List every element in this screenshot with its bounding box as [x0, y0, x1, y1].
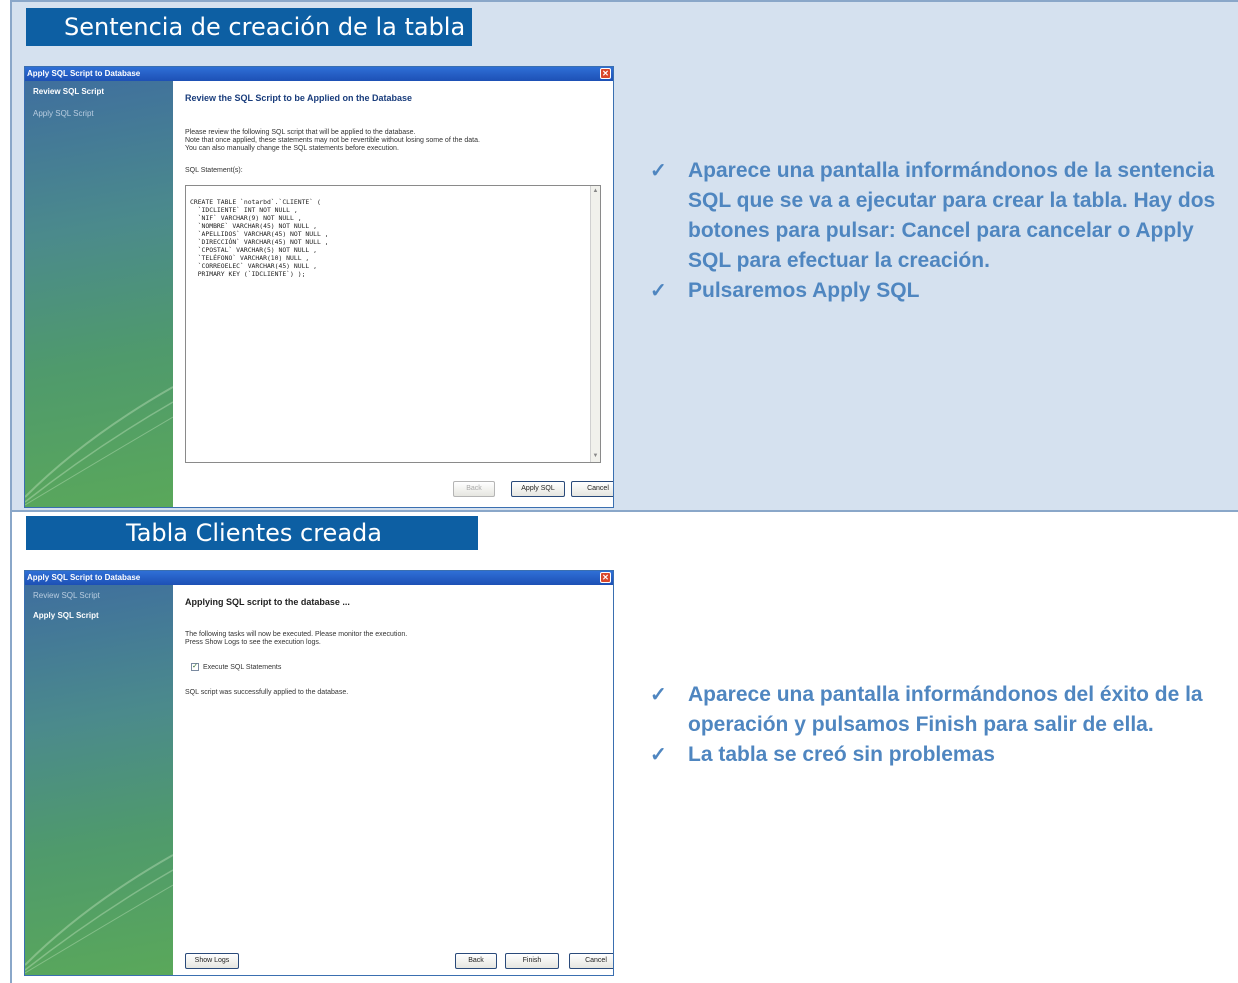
wizard-sidebar: Review SQL Script Apply SQL Script	[25, 585, 173, 975]
intro-line: Please review the following SQL script t…	[185, 129, 416, 136]
cancel-button[interactable]: Cancel	[571, 481, 613, 497]
intro-line: Press Show Logs to see the execution log…	[185, 639, 321, 646]
left-rule	[10, 510, 12, 983]
section1-bullets: ✓ Aparece una pantalla informándonos de …	[650, 156, 1230, 306]
bullet-text: Aparece una pantalla informándonos de la…	[688, 159, 1216, 272]
page: Sentencia de creación de la tabla Apply …	[0, 0, 1238, 983]
bullet-item: ✓ Aparece una pantalla informándonos del…	[650, 680, 1230, 740]
sidebar-item-review-sql[interactable]: Review SQL Script	[33, 87, 104, 96]
section2-bullets: ✓ Aparece una pantalla informándonos del…	[650, 680, 1230, 770]
dialog-heading: Applying SQL script to the database ...	[185, 597, 350, 607]
sql-script-text[interactable]: CREATE TABLE `notarbd`.`CLIENTE` ( `IDCL…	[190, 190, 329, 294]
dialog-titlebar: Apply SQL Script to Database ✕	[25, 67, 613, 81]
sidebar-swirl-decoration	[25, 386, 173, 506]
sidebar-swirl-decoration	[25, 854, 173, 974]
section-divider	[10, 510, 1238, 512]
sidebar-item-apply-sql[interactable]: Apply SQL Script	[33, 109, 94, 118]
cancel-button[interactable]: Cancel	[569, 953, 613, 969]
intro-line: Note that once applied, these statements…	[185, 137, 480, 144]
dialog-content: Applying SQL script to the database ... …	[173, 585, 613, 975]
dialog-title: Apply SQL Script to Database	[27, 69, 141, 78]
intro-line: The following tasks will now be executed…	[185, 631, 408, 638]
intro-line: You can also manually change the SQL sta…	[185, 145, 399, 152]
sidebar-item-apply-sql[interactable]: Apply SQL Script	[33, 611, 99, 620]
bullet-item: ✓ Pulsaremos Apply SQL	[650, 276, 1230, 306]
scroll-up-icon[interactable]: ▲	[592, 188, 599, 195]
bullet-item: ✓ La tabla se creó sin problemas	[650, 740, 1230, 770]
finish-button[interactable]: Finish	[505, 953, 559, 969]
apply-sql-dialog: Apply SQL Script to Database ✕ Review SQ…	[24, 570, 614, 976]
sql-line: `NIF` VARCHAR(9) NOT NULL ,	[190, 214, 302, 222]
dialog-title: Apply SQL Script to Database	[27, 573, 141, 582]
back-button[interactable]: Back	[453, 481, 495, 497]
task-execute-sql: ✓ Execute SQL Statements	[191, 663, 281, 671]
apply-sql-button[interactable]: Apply SQL	[511, 481, 565, 497]
sql-line: `IDCLIENTE` INT NOT NULL ,	[190, 206, 298, 214]
sql-line: `NOMBRE` VARCHAR(45) NOT NULL ,	[190, 222, 317, 230]
bullet-text: La tabla se creó sin problemas	[688, 743, 995, 766]
checkbox-checked-icon: ✓	[191, 663, 199, 671]
section1-banner: Sentencia de creación de la tabla	[26, 8, 472, 46]
sql-line: `DIRECCIÓN` VARCHAR(45) NOT NULL ,	[190, 238, 329, 246]
checkmark-icon: ✓	[650, 280, 667, 302]
show-logs-button[interactable]: Show Logs	[185, 953, 239, 969]
checkmark-icon: ✓	[650, 160, 667, 182]
checkmark-icon: ✓	[650, 684, 667, 706]
bullet-text: Aparece una pantalla informándonos del é…	[688, 683, 1203, 736]
sql-line: PRIMARY KEY (`IDCLIENTE`) );	[190, 270, 306, 278]
sql-line: `CORREOELEC` VARCHAR(45) NULL ,	[190, 262, 317, 270]
bullet-item: ✓ Aparece una pantalla informándonos de …	[650, 156, 1230, 276]
dialog-heading: Review the SQL Script to be Applied on t…	[185, 93, 413, 103]
sql-line: `CPOSTAL` VARCHAR(5) NOT NULL ,	[190, 246, 317, 254]
close-icon[interactable]: ✕	[600, 572, 611, 583]
close-icon[interactable]: ✕	[600, 68, 611, 79]
wizard-sidebar: Review SQL Script Apply SQL Script	[25, 81, 173, 507]
section2-banner: Tabla Clientes creada	[26, 516, 478, 550]
sidebar-item-review-sql[interactable]: Review SQL Script	[33, 591, 100, 600]
dialog-content: Review the SQL Script to be Applied on t…	[173, 81, 613, 507]
sql-statements-label: SQL Statement(s):	[185, 167, 243, 174]
sql-line: `TELÉFONO` VARCHAR(10) NULL ,	[190, 254, 310, 262]
sql-line: `APELLIDOS` VARCHAR(45) NOT NULL ,	[190, 230, 329, 238]
scroll-down-icon[interactable]: ▼	[592, 453, 599, 460]
task-label: Execute SQL Statements	[203, 663, 282, 671]
back-button[interactable]: Back	[455, 953, 497, 969]
sql-scrollbar[interactable]: ▲ ▼	[590, 186, 600, 462]
review-sql-dialog: Apply SQL Script to Database ✕ Review SQ…	[24, 66, 614, 508]
sql-script-editor[interactable]: CREATE TABLE `notarbd`.`CLIENTE` ( `IDCL…	[185, 185, 601, 463]
bullet-text: Pulsaremos Apply SQL	[688, 279, 920, 302]
dialog-titlebar: Apply SQL Script to Database ✕	[25, 571, 613, 585]
sql-line: CREATE TABLE `notarbd`.`CLIENTE` (	[190, 198, 321, 206]
success-message: SQL script was successfully applied to t…	[185, 689, 349, 696]
checkmark-icon: ✓	[650, 744, 667, 766]
